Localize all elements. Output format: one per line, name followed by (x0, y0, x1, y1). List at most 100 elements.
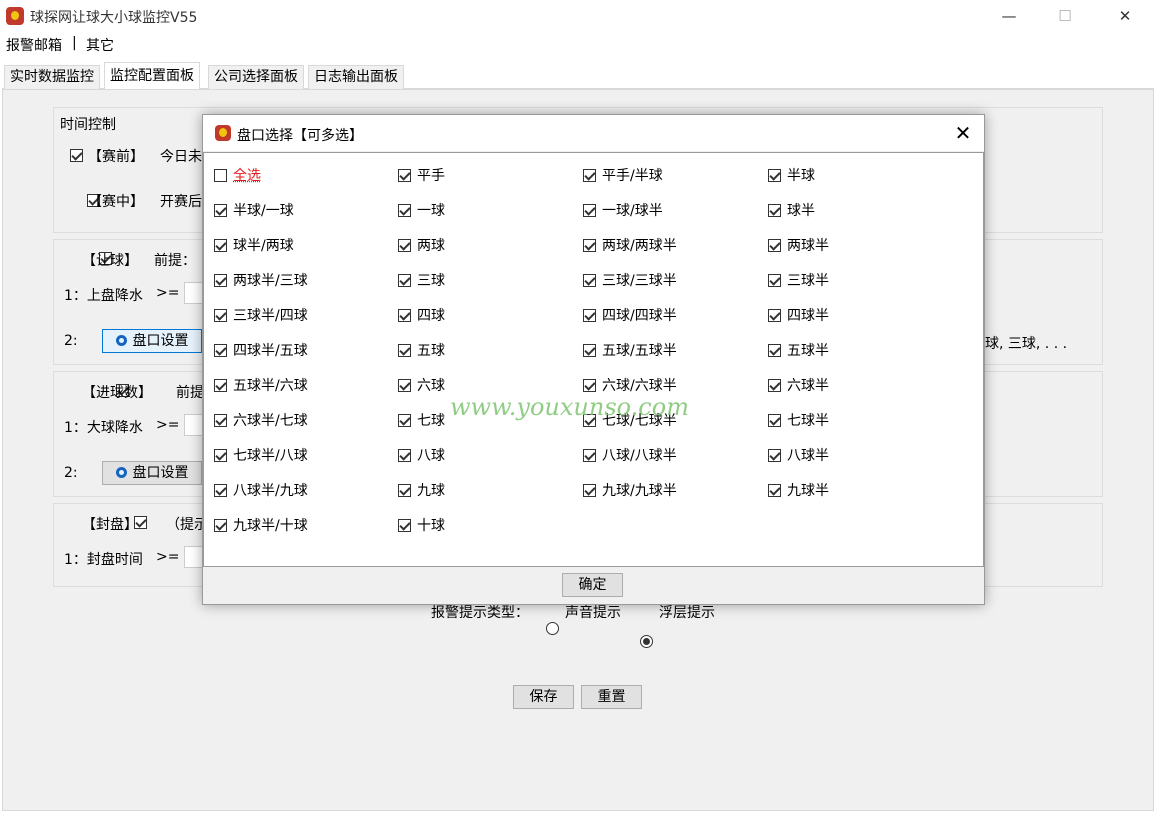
handicap-option[interactable]: 九球半 (768, 480, 829, 500)
handicap-option-checkbox[interactable] (214, 238, 227, 252)
handicap-settings-button[interactable]: 盘口设置 (102, 329, 202, 353)
close-button[interactable]: ✕ (1102, 0, 1148, 32)
handicap-option-checkbox[interactable] (398, 378, 411, 392)
goals-water-input[interactable] (184, 414, 204, 436)
handicap-option-checkbox[interactable] (398, 308, 411, 322)
handicap-option[interactable]: 平手 (398, 165, 445, 185)
handicap-option[interactable]: 四球半/五球 (214, 340, 308, 360)
pre-match-checkbox[interactable] (70, 149, 83, 162)
dialog-close-button[interactable]: ✕ (948, 119, 978, 147)
handicap-option[interactable]: 球半 (768, 200, 815, 220)
handicap-option[interactable]: 一球/球半 (583, 200, 663, 220)
handicap-option-checkbox[interactable] (398, 518, 411, 532)
goals-settings-button[interactable]: 盘口设置 (102, 461, 202, 485)
handicap-option-checkbox[interactable] (214, 273, 227, 287)
handicap-option-checkbox[interactable] (398, 413, 411, 427)
handicap-water-input[interactable] (184, 282, 204, 304)
handicap-option[interactable]: 七球半/八球 (214, 445, 308, 465)
handicap-option-checkbox[interactable] (398, 483, 411, 497)
handicap-option[interactable]: 平手/半球 (583, 165, 663, 185)
handicap-option-checkbox[interactable] (583, 483, 596, 497)
handicap-option[interactable]: 九球半/十球 (214, 515, 308, 535)
handicap-option[interactable]: 三球/三球半 (583, 270, 677, 290)
confirm-button[interactable]: 确定 (562, 573, 623, 597)
handicap-option-checkbox[interactable] (398, 343, 411, 357)
handicap-option-checkbox[interactable] (583, 448, 596, 462)
handicap-option-checkbox[interactable] (768, 273, 781, 287)
handicap-option-checkbox[interactable] (214, 308, 227, 322)
tab-log-output[interactable]: 日志输出面板 (308, 65, 404, 89)
handicap-option[interactable]: 五球半 (768, 340, 829, 360)
handicap-option-checkbox[interactable] (583, 168, 596, 182)
handicap-option-checkbox[interactable] (583, 238, 596, 252)
handicap-option-checkbox[interactable] (398, 238, 411, 252)
handicap-option-checkbox[interactable] (214, 413, 227, 427)
handicap-option[interactable]: 八球半 (768, 445, 829, 465)
handicap-option[interactable]: 八球 (398, 445, 445, 465)
save-button[interactable]: 保存 (513, 685, 574, 709)
seal-time-input[interactable] (184, 546, 204, 568)
handicap-option-checkbox[interactable] (214, 203, 227, 217)
handicap-option-checkbox[interactable] (583, 203, 596, 217)
handicap-option-checkbox[interactable] (768, 308, 781, 322)
handicap-option-checkbox[interactable] (768, 238, 781, 252)
handicap-option-checkbox[interactable] (768, 448, 781, 462)
handicap-option[interactable]: 四球半 (768, 305, 829, 325)
handicap-option-checkbox[interactable] (768, 378, 781, 392)
handicap-option[interactable]: 七球半 (768, 410, 829, 430)
tab-company-select[interactable]: 公司选择面板 (208, 65, 304, 89)
handicap-option-checkbox[interactable] (768, 203, 781, 217)
handicap-option[interactable]: 五球半/六球 (214, 375, 308, 395)
handicap-option-checkbox[interactable] (214, 448, 227, 462)
handicap-option-checkbox[interactable] (583, 273, 596, 287)
handicap-option[interactable]: 半球/一球 (214, 200, 294, 220)
tab-monitor-config[interactable]: 监控配置面板 (104, 62, 200, 90)
handicap-option-checkbox[interactable] (768, 413, 781, 427)
minimize-button[interactable]: — (986, 0, 1032, 32)
tab-realtime-monitor[interactable]: 实时数据监控 (4, 65, 100, 89)
handicap-option[interactable]: 球半/两球 (214, 235, 294, 255)
handicap-option[interactable]: 两球 (398, 235, 445, 255)
handicap-option[interactable]: 五球/五球半 (583, 340, 677, 360)
handicap-option[interactable]: 八球半/九球 (214, 480, 308, 500)
handicap-option-checkbox[interactable] (214, 518, 227, 532)
handicap-option-checkbox[interactable] (768, 483, 781, 497)
handicap-option-checkbox[interactable] (768, 168, 781, 182)
handicap-option[interactable]: 两球/两球半 (583, 235, 677, 255)
handicap-option[interactable]: 四球 (398, 305, 445, 325)
handicap-option[interactable]: 六球 (398, 375, 445, 395)
handicap-option[interactable]: 三球半/四球 (214, 305, 308, 325)
handicap-option-checkbox[interactable] (583, 343, 596, 357)
handicap-option-checkbox[interactable] (398, 273, 411, 287)
handicap-option[interactable]: 五球 (398, 340, 445, 360)
menu-alert-email[interactable]: 报警邮箱 (6, 35, 62, 55)
handicap-option[interactable]: 九球/九球半 (583, 480, 677, 500)
handicap-option-checkbox[interactable] (398, 448, 411, 462)
handicap-option[interactable]: 四球/四球半 (583, 305, 677, 325)
handicap-option[interactable]: 三球半 (768, 270, 829, 290)
handicap-option-checkbox[interactable] (583, 378, 596, 392)
sound-alert-radio[interactable] (546, 622, 559, 635)
handicap-option[interactable]: 十球 (398, 515, 445, 535)
handicap-option-checkbox[interactable] (398, 203, 411, 217)
handicap-option[interactable]: 两球半/三球 (214, 270, 308, 290)
handicap-option-checkbox[interactable] (214, 378, 227, 392)
handicap-option[interactable]: 半球 (768, 165, 815, 185)
handicap-option[interactable]: 六球半 (768, 375, 829, 395)
handicap-option[interactable]: 七球 (398, 410, 445, 430)
handicap-option[interactable]: 六球半/七球 (214, 410, 308, 430)
reset-button[interactable]: 重置 (581, 685, 642, 709)
maximize-button[interactable]: ☐ (1042, 0, 1088, 32)
select-all-option[interactable]: 全选 (214, 165, 261, 185)
menu-other[interactable]: 其它 (86, 35, 114, 55)
handicap-option-checkbox[interactable] (214, 483, 227, 497)
handicap-option[interactable]: 九球 (398, 480, 445, 500)
handicap-option[interactable]: 一球 (398, 200, 445, 220)
handicap-option-checkbox[interactable] (398, 168, 411, 182)
handicap-option[interactable]: 三球 (398, 270, 445, 290)
handicap-option[interactable]: 六球/六球半 (583, 375, 677, 395)
handicap-option[interactable]: 两球半 (768, 235, 829, 255)
handicap-option-checkbox[interactable] (768, 343, 781, 357)
handicap-option-checkbox[interactable] (583, 308, 596, 322)
handicap-option[interactable]: 八球/八球半 (583, 445, 677, 465)
